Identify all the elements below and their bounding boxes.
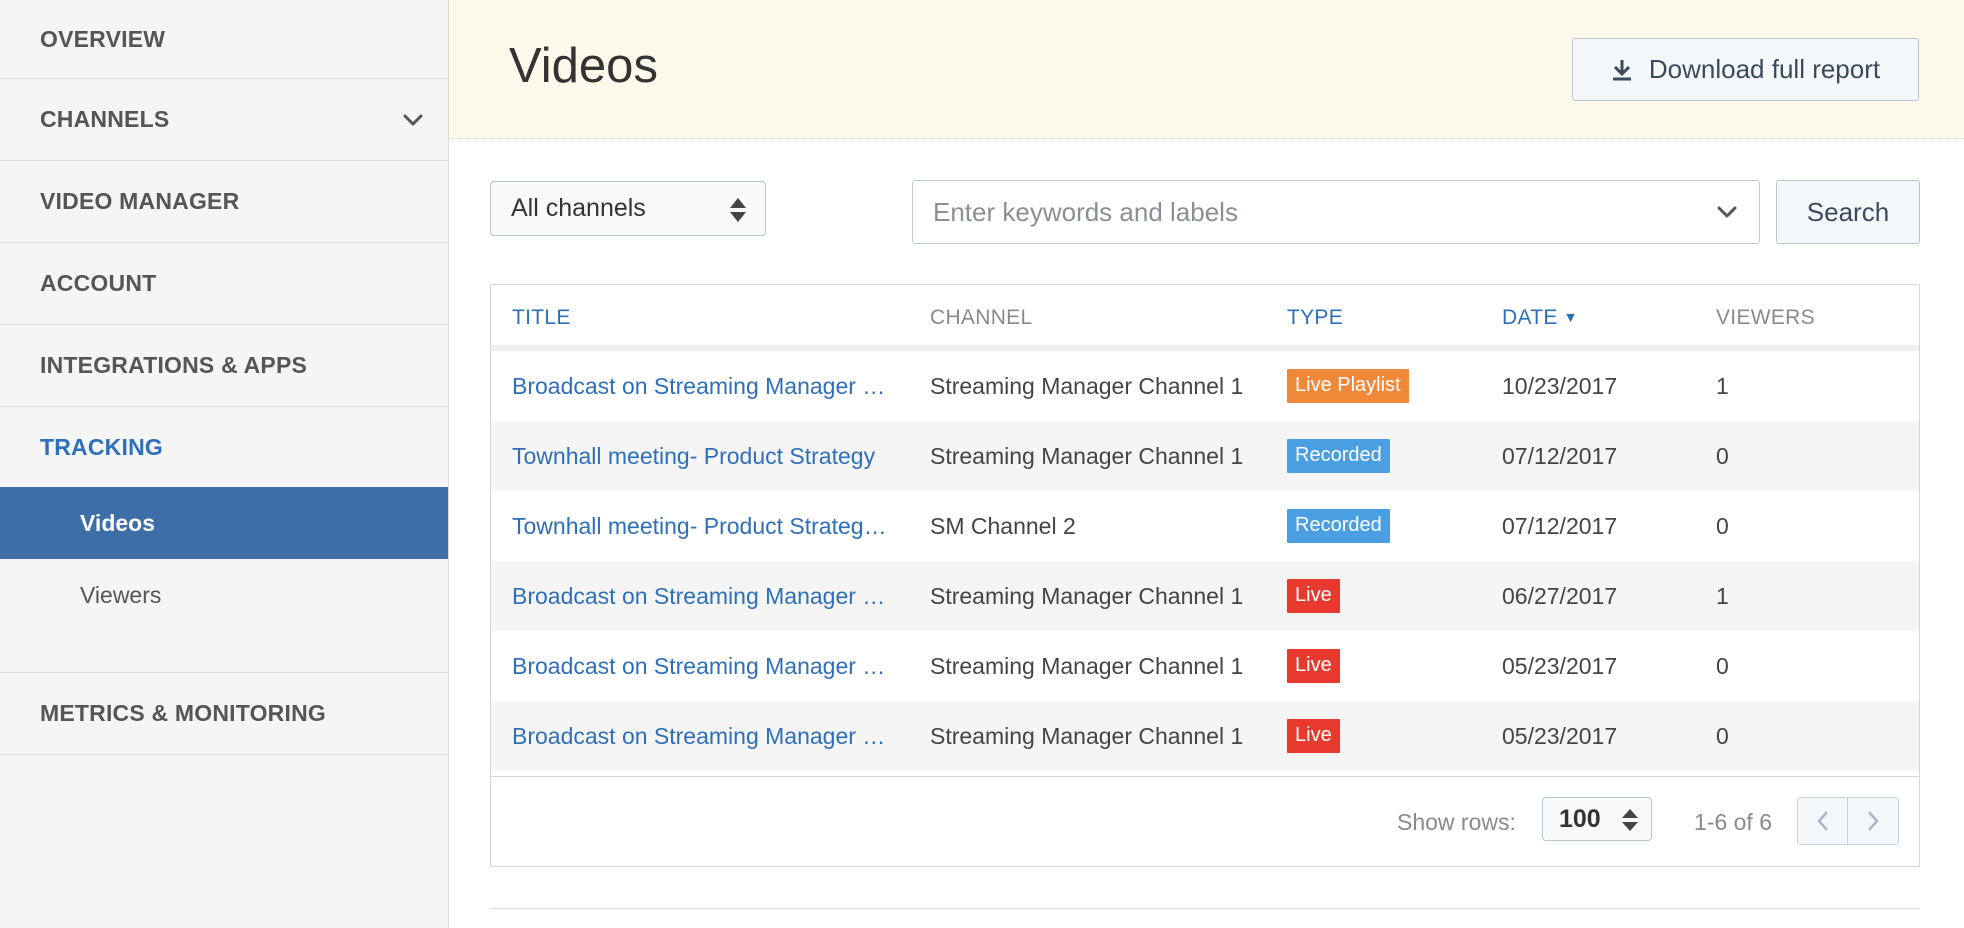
- nav-integrations-apps[interactable]: INTEGRATIONS & APPS: [0, 325, 448, 407]
- date-cell: 05/23/2017: [1502, 722, 1618, 749]
- type-cell: Live: [1287, 561, 1340, 631]
- channel-cell: Streaming Manager Channel 1: [930, 652, 1244, 679]
- rows-per-page-value: 100: [1559, 804, 1601, 833]
- column-date-label: DATE: [1502, 306, 1558, 329]
- nav-divider: [0, 631, 448, 673]
- date-cell: 07/12/2017: [1502, 512, 1618, 539]
- show-rows-label: Show rows:: [1397, 809, 1516, 835]
- channel-cell: Streaming Manager Channel 1: [930, 582, 1244, 609]
- type-badge: Recorded: [1287, 509, 1390, 543]
- sidebar: OVERVIEW CHANNELS VIDEO MANAGER ACCOUNT …: [0, 0, 449, 928]
- video-title-link[interactable]: Broadcast on Streaming Manager …: [512, 561, 912, 631]
- table-header: TITLE CHANNEL TYPE DATE ▼ VIEWERS: [491, 285, 1919, 351]
- chevron-down-icon[interactable]: [1714, 199, 1740, 225]
- nav-sub-label: Videos: [80, 509, 155, 536]
- videos-table: TITLE CHANNEL TYPE DATE ▼ VIEWERS Broadca…: [490, 284, 1920, 867]
- channel-cell: Streaming Manager Channel 1: [930, 722, 1244, 749]
- nav-metrics-monitoring[interactable]: METRICS & MONITORING: [0, 673, 448, 755]
- table-row: Townhall meeting- Product Strateg… SM Ch…: [491, 491, 1919, 561]
- section-divider: [490, 908, 1920, 909]
- video-title-link[interactable]: Townhall meeting- Product Strategy: [512, 421, 912, 491]
- type-cell: Live: [1287, 701, 1340, 771]
- page-title: Videos: [509, 39, 658, 93]
- download-label: Download full report: [1648, 54, 1881, 84]
- table-row: Broadcast on Streaming Manager … Streami…: [491, 631, 1919, 701]
- column-channel: CHANNEL: [930, 306, 1033, 329]
- nav-channels[interactable]: CHANNELS: [0, 79, 448, 161]
- rows-per-page-select[interactable]: 100: [1542, 797, 1652, 841]
- table-footer: Show rows: 100 1-6 of 6: [491, 776, 1919, 866]
- nav-label: INTEGRATIONS & APPS: [40, 352, 308, 378]
- nav-video-manager[interactable]: VIDEO MANAGER: [0, 161, 448, 243]
- table-row: Townhall meeting- Product Strategy Strea…: [491, 421, 1919, 491]
- type-cell: Live Playlist: [1287, 351, 1409, 421]
- search-button-label: Search: [1806, 196, 1890, 227]
- nav-sub-viewers[interactable]: Viewers: [0, 559, 448, 631]
- sort-updown-icon: [1622, 809, 1638, 831]
- column-date[interactable]: DATE ▼: [1502, 306, 1578, 330]
- nav-label: ACCOUNT: [40, 270, 157, 296]
- channel-select[interactable]: All channels: [490, 181, 766, 236]
- nav-sub-videos[interactable]: Videos: [0, 487, 448, 559]
- nav-label: OVERVIEW: [40, 25, 166, 52]
- nav-label: VIDEO MANAGER: [40, 188, 240, 214]
- channel-cell: Streaming Manager Channel 1: [930, 442, 1244, 469]
- viewers-cell: 0: [1716, 722, 1729, 749]
- video-title-link[interactable]: Broadcast on Streaming Manager …: [512, 631, 912, 701]
- next-page-button[interactable]: [1848, 798, 1898, 844]
- viewers-cell: 0: [1716, 652, 1729, 679]
- pagination-range: 1-6 of 6: [1694, 809, 1772, 835]
- column-viewers: VIEWERS: [1716, 306, 1815, 329]
- channel-select-value: All channels: [511, 194, 646, 222]
- search-input[interactable]: [912, 180, 1760, 244]
- date-cell: 06/27/2017: [1502, 582, 1618, 609]
- viewers-cell: 1: [1716, 372, 1729, 399]
- type-cell: Recorded: [1287, 491, 1390, 561]
- viewers-cell: 1: [1716, 582, 1729, 609]
- channel-cell: SM Channel 2: [930, 512, 1076, 539]
- date-cell: 07/12/2017: [1502, 442, 1618, 469]
- prev-page-button[interactable]: [1798, 798, 1848, 844]
- nav-account[interactable]: ACCOUNT: [0, 243, 448, 325]
- nav-overview[interactable]: OVERVIEW: [0, 0, 448, 79]
- viewers-cell: 0: [1716, 512, 1729, 539]
- type-badge: Recorded: [1287, 439, 1390, 473]
- chevron-left-icon: [1816, 811, 1828, 831]
- page-header: Videos Download full report: [449, 0, 1964, 139]
- search-button[interactable]: Search: [1776, 180, 1920, 244]
- sort-updown-icon: [730, 198, 746, 222]
- nav-tracking[interactable]: TRACKING: [0, 407, 448, 487]
- nav-label: TRACKING: [40, 433, 163, 460]
- type-badge: Live: [1287, 719, 1340, 753]
- nav-sub-label: Viewers: [80, 581, 162, 608]
- column-title[interactable]: TITLE: [512, 306, 571, 330]
- type-badge: Live: [1287, 649, 1340, 683]
- download-icon: [1612, 59, 1631, 80]
- sort-desc-icon: ▼: [1563, 309, 1578, 325]
- channel-cell: Streaming Manager Channel 1: [930, 372, 1244, 399]
- table-row: Broadcast on Streaming Manager … Streami…: [491, 351, 1919, 421]
- download-report-button[interactable]: Download full report: [1572, 38, 1919, 101]
- type-badge: Live Playlist: [1287, 369, 1409, 403]
- date-cell: 10/23/2017: [1502, 372, 1618, 399]
- video-title-link[interactable]: Broadcast on Streaming Manager …: [512, 351, 912, 421]
- pagination: [1797, 797, 1899, 845]
- chevron-down-icon[interactable]: [400, 107, 426, 133]
- table-row: Broadcast on Streaming Manager … Streami…: [491, 561, 1919, 631]
- viewers-cell: 0: [1716, 442, 1729, 469]
- nav-label: CHANNELS: [40, 106, 170, 132]
- date-cell: 05/23/2017: [1502, 652, 1618, 679]
- table-row: Broadcast on Streaming Manager … Streami…: [491, 701, 1919, 771]
- video-title-link[interactable]: Townhall meeting- Product Strateg…: [512, 491, 912, 561]
- type-cell: Live: [1287, 631, 1340, 701]
- column-type[interactable]: TYPE: [1287, 306, 1343, 330]
- nav-label: METRICS & MONITORING: [40, 700, 326, 726]
- type-cell: Recorded: [1287, 421, 1390, 491]
- chevron-right-icon: [1868, 811, 1879, 831]
- video-title-link[interactable]: Broadcast on Streaming Manager …: [512, 701, 912, 771]
- type-badge: Live: [1287, 579, 1340, 613]
